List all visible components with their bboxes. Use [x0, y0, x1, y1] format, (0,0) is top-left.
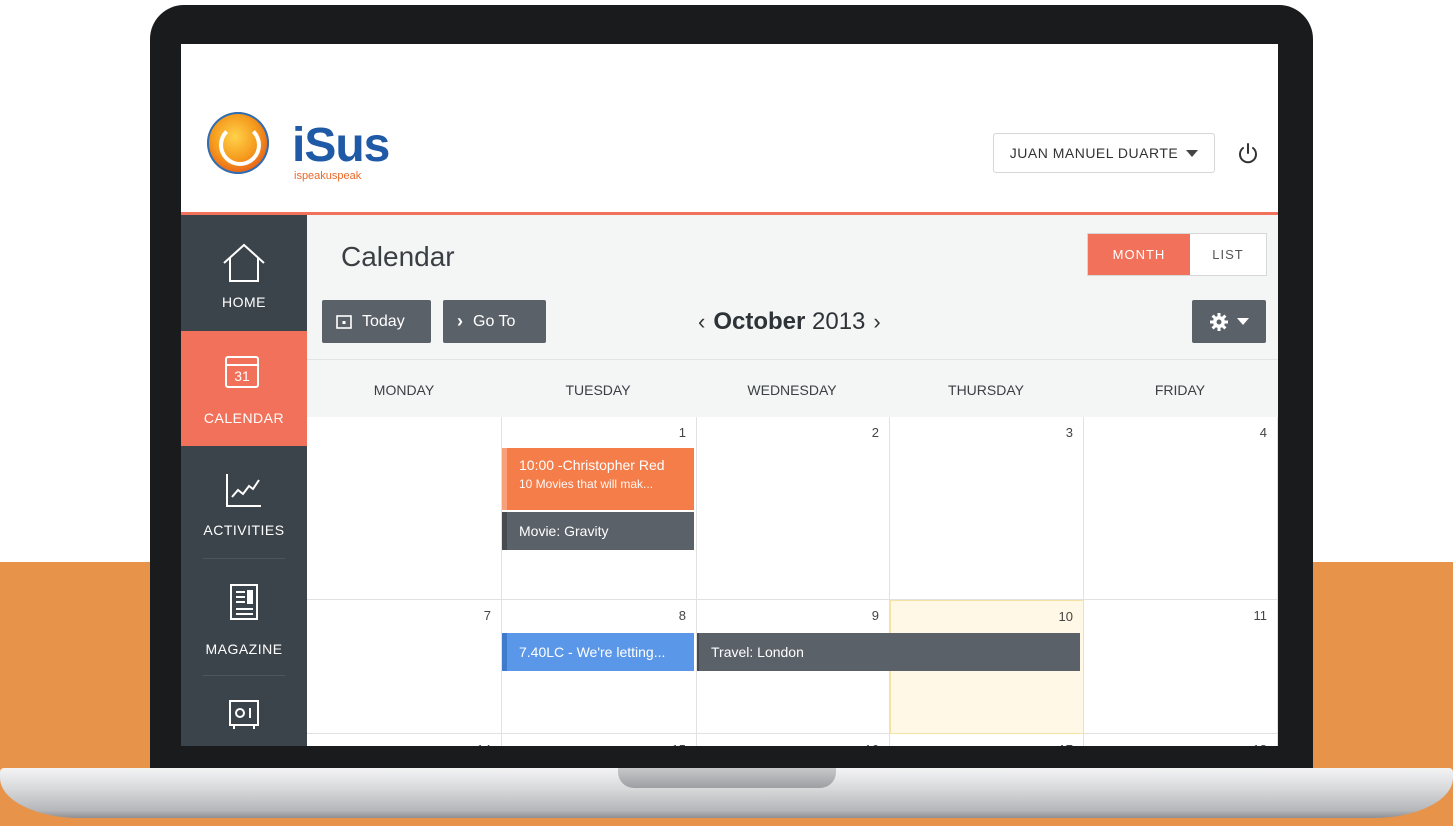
sidebar-item-safe[interactable]	[181, 677, 307, 746]
view-toggle: MONTH LIST	[1087, 233, 1267, 276]
sidebar-item-home[interactable]: HOME	[181, 215, 307, 330]
user-menu-dropdown[interactable]: JUAN MANUEL DUARTE	[993, 133, 1215, 173]
calendar-today-icon	[336, 314, 352, 329]
sidebar-item-calendar[interactable]: 31 CALENDAR	[181, 331, 307, 446]
calendar-grid: 1 2 3 4 10:00 -Christopher Red 10 Movies…	[307, 417, 1278, 746]
day-number: 16	[865, 742, 879, 746]
event-title: 10:00 -Christopher Red	[519, 457, 665, 473]
app-screen: iSus ispeakuspeak JUAN MANUEL DUARTE HOM…	[181, 44, 1278, 746]
month-name: October	[713, 308, 806, 335]
sidebar: HOME 31 CALENDAR ACTIVITIES MAGAZINE	[181, 215, 307, 746]
day-number: 18	[1253, 742, 1267, 746]
day-cell[interactable]: 17	[890, 734, 1084, 746]
prev-month-button[interactable]: ‹	[690, 309, 713, 334]
sidebar-item-label: MAGAZINE	[205, 641, 283, 657]
day-number: 15	[672, 742, 686, 746]
month-view-button[interactable]: MONTH	[1088, 234, 1190, 275]
event-title: Travel: London	[711, 644, 804, 660]
goto-label: Go To	[473, 312, 516, 330]
calendar-header: MONDAY TUESDAY WEDNESDAY THURSDAY FRIDAY	[307, 359, 1278, 418]
day-number: 17	[1059, 742, 1073, 746]
logo-text: iSus	[292, 119, 390, 172]
calendar-event[interactable]: Travel: London	[697, 633, 1080, 671]
day-number: 14	[477, 742, 491, 746]
day-name: MONDAY	[373, 382, 435, 398]
chart-line-icon	[226, 474, 261, 507]
today-button[interactable]: Today	[322, 300, 431, 343]
safe-icon	[229, 700, 259, 729]
day-cell[interactable]: 11	[1084, 600, 1278, 734]
year: 2013	[812, 308, 866, 335]
logo-tagline: ispeakuspeak	[294, 170, 362, 182]
day-name: WEDNESDAY	[747, 382, 837, 398]
chevron-right-icon: ›	[457, 311, 463, 331]
gear-icon	[1210, 312, 1228, 331]
day-number: 1	[678, 425, 686, 440]
day-number: 4	[1259, 425, 1267, 440]
calendar-event[interactable]: Movie: Gravity	[502, 512, 694, 550]
sidebar-item-label: CALENDAR	[203, 410, 285, 426]
calendar-icon: 31	[225, 356, 259, 388]
laptop-notch	[618, 768, 836, 788]
newspaper-icon	[230, 584, 258, 620]
day-number: 10	[1058, 609, 1073, 624]
month-navigation: ‹ October 2013 ›	[690, 308, 889, 336]
day-cell[interactable]: 4	[1084, 417, 1278, 600]
day-number: 11	[1253, 608, 1268, 623]
next-month-button[interactable]: ›	[865, 309, 888, 334]
day-cell[interactable]: 16	[697, 734, 890, 746]
day-cell[interactable]: 2	[697, 417, 890, 600]
goto-button[interactable]: › Go To	[443, 300, 546, 343]
sidebar-item-magazine[interactable]: MAGAZINE	[181, 560, 307, 675]
settings-dropdown-button[interactable]	[1192, 300, 1266, 343]
chevron-down-icon	[1237, 318, 1249, 325]
sidebar-divider	[203, 675, 285, 676]
sidebar-divider	[203, 558, 285, 559]
day-cell[interactable]: 15	[502, 734, 697, 746]
day-name: THURSDAY	[948, 382, 1024, 398]
chevron-down-icon	[1186, 149, 1199, 157]
logo-icon	[207, 112, 269, 174]
app-header: iSus ispeakuspeak JUAN MANUEL DUARTE	[181, 44, 1278, 215]
power-icon[interactable]	[1237, 142, 1259, 164]
list-view-button[interactable]: LIST	[1190, 234, 1266, 275]
day-cell[interactable]	[307, 417, 502, 600]
day-number: 9	[871, 608, 879, 623]
day-cell[interactable]: 3	[890, 417, 1084, 600]
day-cell[interactable]: 14	[307, 734, 502, 746]
today-label: Today	[362, 312, 405, 330]
main-content: Calendar MONTH LIST Today › Go To ‹ Octob…	[307, 215, 1278, 746]
user-name: JUAN MANUEL DUARTE	[1009, 145, 1179, 161]
day-cell[interactable]: 7	[307, 600, 502, 734]
page-title: Calendar	[341, 241, 455, 272]
day-name: TUESDAY	[565, 382, 631, 398]
calendar-event[interactable]: 10:00 -Christopher Red 10 Movies that wi…	[502, 448, 694, 510]
day-number: 8	[678, 608, 686, 623]
day-number: 7	[483, 608, 491, 623]
event-subtitle: 10 Movies that will mak...	[519, 477, 654, 491]
home-icon	[223, 243, 265, 282]
day-cell[interactable]: 18	[1084, 734, 1278, 746]
sidebar-item-label: HOME	[222, 294, 266, 310]
day-number: 3	[1065, 425, 1073, 440]
calendar-event[interactable]: 7.40LC - We're letting...	[502, 633, 694, 671]
event-title: 7.40LC - We're letting...	[519, 644, 666, 660]
sidebar-item-activities[interactable]: ACTIVITIES	[181, 446, 307, 561]
sidebar-item-label: ACTIVITIES	[203, 522, 285, 538]
day-name: FRIDAY	[1154, 382, 1206, 398]
event-title: Movie: Gravity	[519, 523, 609, 539]
day-number: 2	[871, 425, 879, 440]
